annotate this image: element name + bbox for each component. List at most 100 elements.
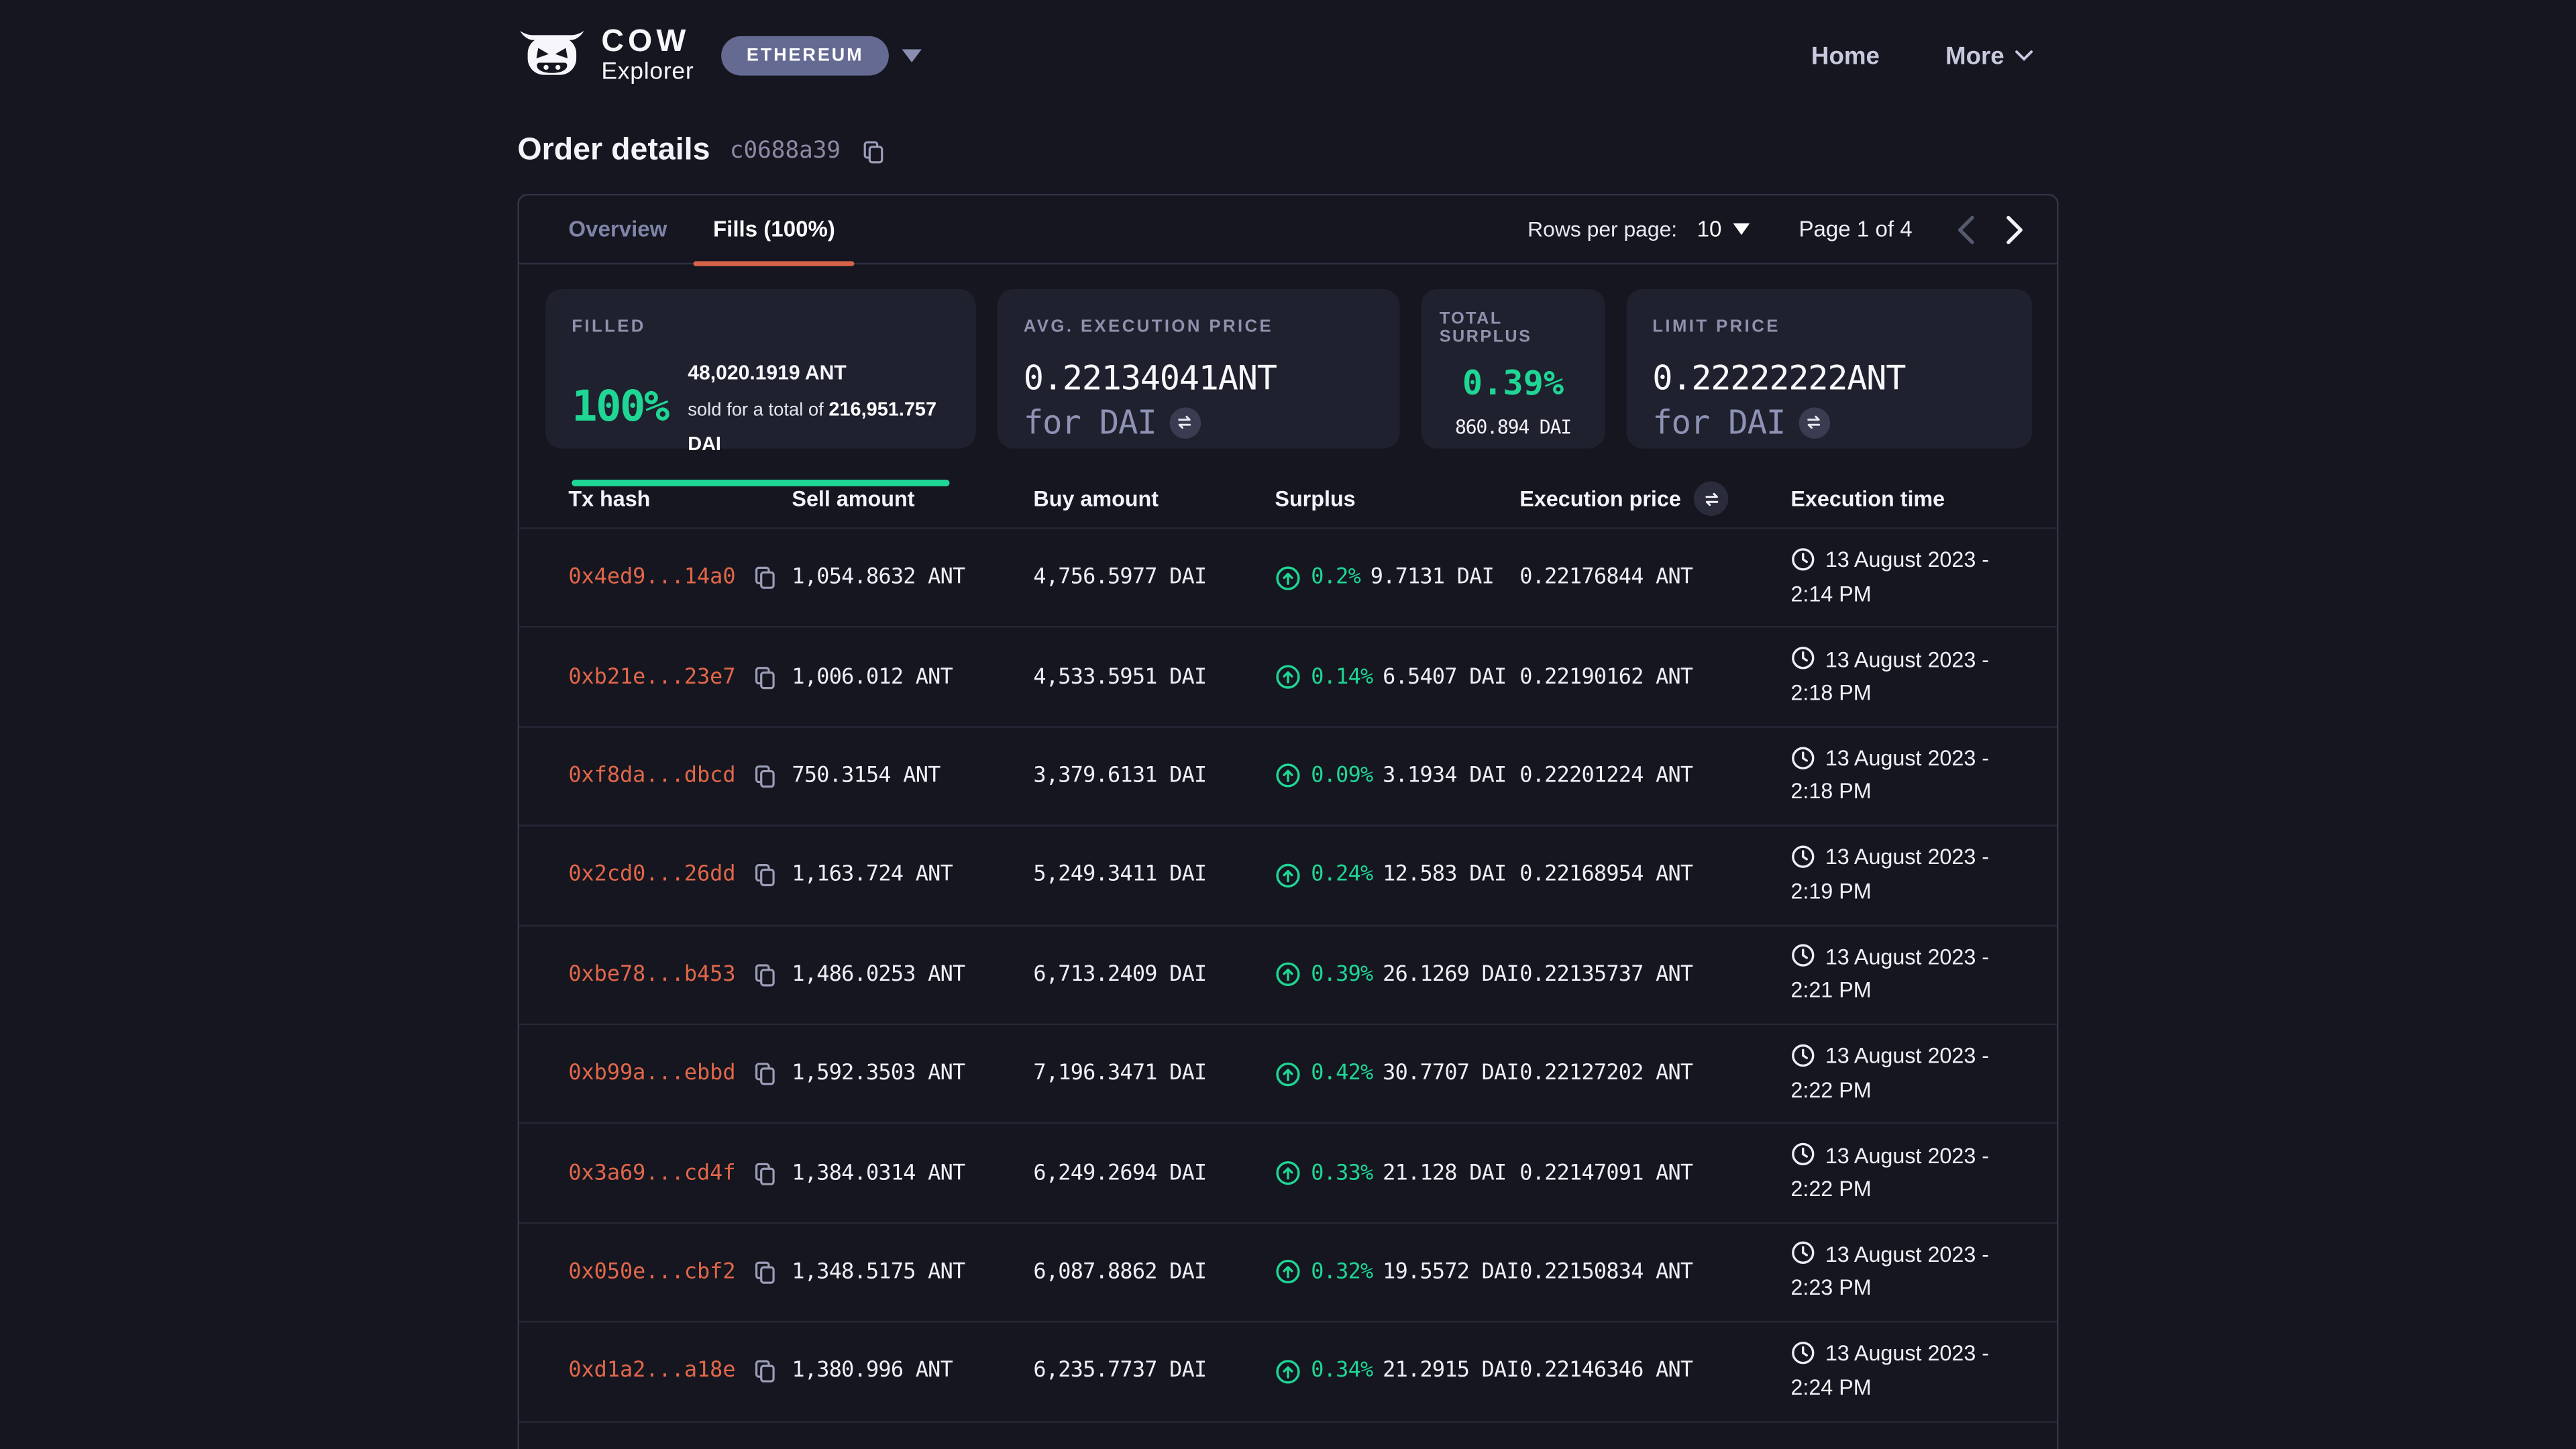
buy-amount-cell: 4,756.5977 DAI xyxy=(1033,566,1275,590)
buy-amount-cell: 4,533.5951 DAI xyxy=(1033,665,1275,690)
clock-icon xyxy=(1790,1340,1815,1365)
tx-hash-cell: 0x050e...cbf2 xyxy=(568,1260,792,1285)
tx-hash-cell: 0xb21e...23e7 xyxy=(568,665,792,690)
order-id: c0688a39 xyxy=(730,138,841,164)
execution-time-text: 13 August 2023 - 2:22 PM xyxy=(1790,1142,1989,1201)
tx-hash-link[interactable]: 0xf8da...dbcd xyxy=(568,764,735,789)
total-surplus-label: TOTAL SURPLUS xyxy=(1440,311,1587,347)
nav-item-home[interactable]: Home xyxy=(1811,42,1880,70)
fills-table-row: 0xbe78...b453 1,486.0253 ANT 6,713.2409 … xyxy=(519,926,2057,1025)
execution-price-cell: 0.22201224 ANT xyxy=(1519,764,1790,789)
network-selector[interactable]: ETHEREUM xyxy=(722,36,921,76)
copy-tx-hash-button[interactable] xyxy=(752,1260,777,1285)
buy-amount-cell: 6,087.8862 DAI xyxy=(1033,1260,1275,1285)
execution-time-cell: 13 August 2023 - 2:22 PM xyxy=(1790,1140,1998,1207)
surplus-amount: 19.5572 DAI xyxy=(1383,1260,1519,1285)
surplus-amount: 9.7131 DAI xyxy=(1371,566,1494,590)
execution-time-cell: 13 August 2023 - 2:18 PM xyxy=(1790,743,1998,810)
tx-hash-link[interactable]: 0xb99a...ebbd xyxy=(568,1061,735,1086)
copy-tx-hash-button[interactable] xyxy=(752,1061,777,1086)
surplus-percent: 0.2% xyxy=(1311,566,1360,590)
tab-fills-label: Fills (100%) xyxy=(713,217,835,241)
avg-price-value: 0.22134041ANT xyxy=(1024,358,1374,398)
surplus-cell: 0.24% 12.583 DAI xyxy=(1275,862,1519,888)
chevron-right-icon xyxy=(2005,215,2023,244)
nav-more-label: More xyxy=(1945,42,2004,70)
network-badge[interactable]: ETHEREUM xyxy=(722,36,888,76)
tx-hash-link[interactable]: 0xb21e...23e7 xyxy=(568,665,735,690)
rows-per-page-select[interactable]: 10 xyxy=(1697,217,1750,241)
execution-price-cell: 0.22150834 ANT xyxy=(1519,1260,1790,1285)
execution-price-cell: 0.22190162 ANT xyxy=(1519,665,1790,690)
cow-explorer-logo[interactable]: COW Explorer xyxy=(517,27,694,85)
tab-overview[interactable]: Overview xyxy=(545,195,690,264)
clock-icon xyxy=(1790,745,1815,770)
sell-amount-cell: 750.3154 ANT xyxy=(792,764,1033,789)
surplus-up-icon xyxy=(1275,1160,1301,1186)
top-bar: COW Explorer ETHEREUM Home More xyxy=(0,0,2576,112)
fills-table-header: Tx hash Sell amount Buy amount Surplus E… xyxy=(519,470,2057,529)
copy-icon xyxy=(752,764,777,789)
tx-hash-link[interactable]: 0x2cd0...26dd xyxy=(568,863,735,888)
avg-price-label: AVG. EXECUTION PRICE xyxy=(1024,317,1273,337)
summary-cards: FILLED 100% 48,020.1919 ANT sold for a t… xyxy=(545,289,2032,449)
rows-per-page-label: Rows per page: xyxy=(1527,217,1677,241)
execution-time-text: 13 August 2023 - 2:21 PM xyxy=(1790,945,1989,1003)
execution-time-text: 13 August 2023 - 2:22 PM xyxy=(1790,1044,1989,1102)
header-tx-hash: Tx hash xyxy=(568,486,792,511)
total-surplus-percent: 0.39% xyxy=(1440,363,1587,402)
tab-bar: Overview Fills (100%) Rows per page: 10 … xyxy=(519,195,2057,264)
clock-icon xyxy=(1790,943,1815,968)
copy-tx-hash-button[interactable] xyxy=(752,1161,777,1185)
invert-price-button[interactable] xyxy=(1169,407,1201,438)
surplus-cell: 0.32% 19.5572 DAI xyxy=(1275,1259,1519,1285)
surplus-percent: 0.32% xyxy=(1311,1260,1373,1285)
previous-page-button[interactable] xyxy=(1945,209,1985,249)
sell-amount-cell: 1,384.0314 ANT xyxy=(792,1161,1033,1185)
surplus-cell: 0.34% 21.2915 DAI xyxy=(1275,1358,1519,1385)
surplus-amount: 21.2915 DAI xyxy=(1383,1359,1519,1384)
tx-hash-link[interactable]: 0x050e...cbf2 xyxy=(568,1260,735,1285)
tab-overview-label: Overview xyxy=(568,217,667,241)
buy-amount-cell: 6,713.2409 DAI xyxy=(1033,962,1275,987)
filled-amount: 48,020.1919 ANT xyxy=(688,362,847,384)
copy-icon xyxy=(860,139,885,164)
copy-tx-hash-button[interactable] xyxy=(752,764,777,789)
tx-hash-cell: 0xb99a...ebbd xyxy=(568,1061,792,1086)
execution-time-cell: 13 August 2023 - 2:19 PM xyxy=(1790,842,1998,909)
copy-tx-hash-button[interactable] xyxy=(752,863,777,888)
toggle-price-direction-button[interactable] xyxy=(1694,482,1728,516)
copy-tx-hash-button[interactable] xyxy=(752,1359,777,1384)
next-page-button[interactable] xyxy=(1994,209,2034,249)
execution-time-text: 13 August 2023 - 2:18 PM xyxy=(1790,746,1989,804)
filled-info: 48,020.1919 ANT sold for a total of 216,… xyxy=(688,355,949,462)
swap-icon xyxy=(1804,413,1823,432)
tx-hash-link[interactable]: 0x4ed9...14a0 xyxy=(568,566,735,590)
tx-hash-link[interactable]: 0xbe78...b453 xyxy=(568,962,735,987)
sell-amount-cell: 1,163.724 ANT xyxy=(792,863,1033,888)
tab-fills[interactable]: Fills (100%) xyxy=(690,195,858,264)
swap-icon xyxy=(1175,413,1195,432)
copy-order-id-button[interactable] xyxy=(860,139,885,164)
tx-hash-link[interactable]: 0xd1a2...a18e xyxy=(568,1359,735,1384)
surplus-percent: 0.34% xyxy=(1311,1359,1373,1384)
tx-hash-cell: 0xd1a2...a18e xyxy=(568,1359,792,1384)
copy-tx-hash-button[interactable] xyxy=(752,665,777,690)
copy-tx-hash-button[interactable] xyxy=(752,962,777,987)
fills-table-row: 0xb21e...23e7 1,006.012 ANT 4,533.5951 D… xyxy=(519,628,2057,727)
invert-price-button[interactable] xyxy=(1799,407,1830,438)
surplus-percent: 0.09% xyxy=(1311,764,1373,789)
copy-icon xyxy=(752,863,777,888)
sell-amount-cell: 1,054.8632 ANT xyxy=(792,566,1033,590)
nav-item-more[interactable]: More xyxy=(1945,42,2034,70)
surplus-up-icon xyxy=(1275,763,1301,789)
tx-hash-link[interactable]: 0x3a69...cd4f xyxy=(568,1161,735,1185)
clock-icon xyxy=(1790,845,1815,869)
execution-price-cell: 0.22127202 ANT xyxy=(1519,1061,1790,1086)
copy-tx-hash-button[interactable] xyxy=(752,566,777,590)
tx-hash-cell: 0x4ed9...14a0 xyxy=(568,566,792,590)
header-sell-amount: Sell amount xyxy=(792,486,1033,511)
page-title: Order details xyxy=(517,133,710,169)
surplus-cell: 0.42% 30.7707 DAI xyxy=(1275,1061,1519,1087)
execution-price-cell: 0.22176844 ANT xyxy=(1519,566,1790,590)
